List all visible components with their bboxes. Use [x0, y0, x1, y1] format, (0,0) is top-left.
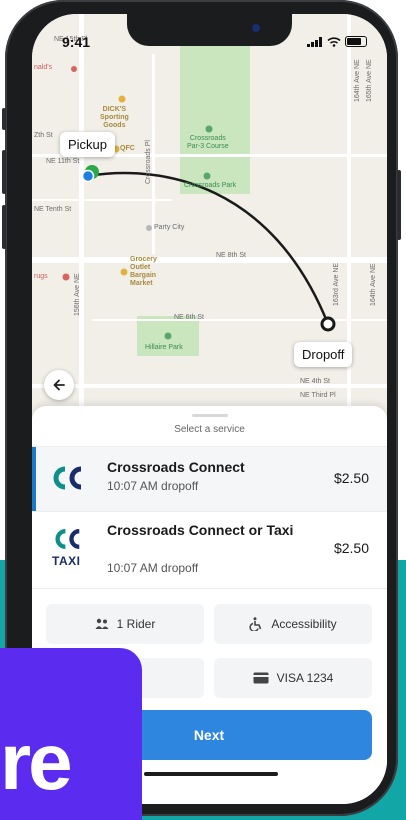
- mute-switch: [2, 108, 6, 130]
- pickup-callout[interactable]: Pickup: [60, 132, 116, 157]
- promo-logo-text: re: [0, 717, 73, 806]
- poi-dot-dicks: [118, 95, 126, 103]
- promo-logo-block: re: [0, 648, 142, 820]
- notch: [127, 14, 292, 46]
- service-price: $2.50: [333, 540, 369, 556]
- map-label-crossroads-course: Crossroads Par-3 Course: [187, 135, 229, 150]
- map-view[interactable]: NE 15th Pl nald's DICK'S Sporting Goods …: [32, 14, 387, 434]
- dropoff-callout[interactable]: Dropoff: [294, 342, 353, 367]
- poi-dot-mcdonalds: [71, 66, 77, 72]
- map-label-mcdonalds: nald's: [34, 64, 53, 71]
- cc-taxi-logo-icon: [55, 529, 80, 549]
- volume-down-button: [2, 205, 6, 249]
- map-label-ne-6th-st: NE 6th St: [174, 314, 204, 321]
- map-label-164th-ave-south: 164th Ave NE: [370, 263, 377, 306]
- service-name: Crossroads Connect: [107, 459, 245, 475]
- taxi-logo-text: TAXI: [52, 554, 81, 568]
- accessibility-label: Accessibility: [271, 617, 337, 631]
- map-label-crossroads-pl: Crossroads Pl: [145, 140, 152, 184]
- accessibility-button[interactable]: Accessibility: [214, 604, 372, 644]
- rider-icon: [95, 618, 109, 629]
- road-ne-6th: [92, 319, 387, 321]
- map-label-164th-ave: 164th Ave NE: [354, 59, 361, 102]
- cc-logo-icon: [53, 466, 82, 490]
- arrow-left-icon: [53, 379, 65, 391]
- poi-dot-course: [205, 125, 213, 133]
- sheet-grabber[interactable]: [192, 414, 228, 417]
- map-label-165th-ave: 165th Ave NE: [366, 59, 373, 102]
- map-label-dicks: DICK'S Sporting Goods: [100, 106, 129, 129]
- road-164th-ave: [347, 14, 351, 434]
- dropoff-marker[interactable]: [320, 316, 336, 332]
- poi-dot-rugs: [62, 273, 70, 281]
- pickup-marker[interactable]: [81, 169, 95, 183]
- wifi-icon: [327, 36, 341, 47]
- wheelchair-icon: [249, 617, 262, 631]
- payment-label: VISA 1234: [276, 671, 334, 685]
- service-price: $2.50: [333, 470, 369, 486]
- park-crossroads: [180, 44, 250, 194]
- map-label-th-st: Zth St: [34, 132, 53, 139]
- poi-dot-grocery: [120, 268, 128, 276]
- map-label-grocery-outlet: Grocery Outlet Bargain Market: [130, 256, 157, 287]
- service-name: Crossroads Connect or Taxi: [107, 522, 294, 538]
- map-label-ne-8th-st: NE 8th St: [216, 252, 246, 259]
- payment-button[interactable]: VISA 1234: [214, 658, 372, 698]
- road-ne-tenth: [32, 199, 172, 201]
- road-156th-ave: [79, 14, 84, 434]
- battery-icon: [345, 36, 367, 47]
- riders-label: 1 Rider: [116, 617, 156, 631]
- map-label-156th-ave: 156th Ave NE: [74, 273, 81, 316]
- service-option-crossroads-taxi[interactable]: TAXI Crossroads Connect or Taxi 10:07 AM…: [32, 516, 387, 586]
- service-option-crossroads-connect[interactable]: Crossroads Connect 10:07 AM dropoff $2.5…: [32, 447, 387, 511]
- credit-card-icon: [253, 672, 269, 684]
- status-time: 9:41: [62, 34, 91, 50]
- divider: [32, 511, 387, 512]
- volume-up-button: [2, 150, 6, 194]
- map-label-hillaire-park: Hillaire Park: [145, 344, 183, 351]
- map-label-qfc: QFC: [120, 145, 135, 152]
- back-button[interactable]: [44, 370, 74, 400]
- poi-dot-party-city: [146, 225, 152, 231]
- power-button: [397, 170, 401, 240]
- status-icons: [307, 36, 367, 47]
- map-label-ne-11th-st: NE 11th St: [46, 158, 80, 165]
- route-line: [87, 171, 330, 325]
- service-dropoff-time: 10:07 AM dropoff: [107, 479, 199, 493]
- map-label-163rd-ave: 163rd Ave NE: [333, 262, 340, 306]
- map-label-rugs: rugs: [34, 273, 48, 280]
- map-label-crossroads-park: Crossroads Park: [184, 182, 237, 189]
- map-canvas: [32, 14, 387, 434]
- divider: [32, 588, 387, 589]
- service-dropoff-time: 10:07 AM dropoff: [107, 561, 199, 575]
- home-indicator[interactable]: [144, 772, 278, 776]
- riders-button[interactable]: 1 Rider: [46, 604, 204, 644]
- map-label-ne-third-pl: NE Third Pl: [300, 392, 336, 399]
- map-label-ne-tenth-st: NE Tenth St: [34, 206, 72, 213]
- sheet-title: Select a service: [174, 424, 245, 435]
- road-ne-4th: [32, 384, 387, 388]
- poi-dot-hillaire: [164, 332, 172, 340]
- map-label-ne-4th-st: NE 4th St: [300, 378, 330, 385]
- poi-dot-park: [203, 172, 211, 180]
- signal-icon: [307, 36, 322, 47]
- map-label-party-city: Party City: [154, 224, 185, 231]
- camera: [252, 24, 260, 32]
